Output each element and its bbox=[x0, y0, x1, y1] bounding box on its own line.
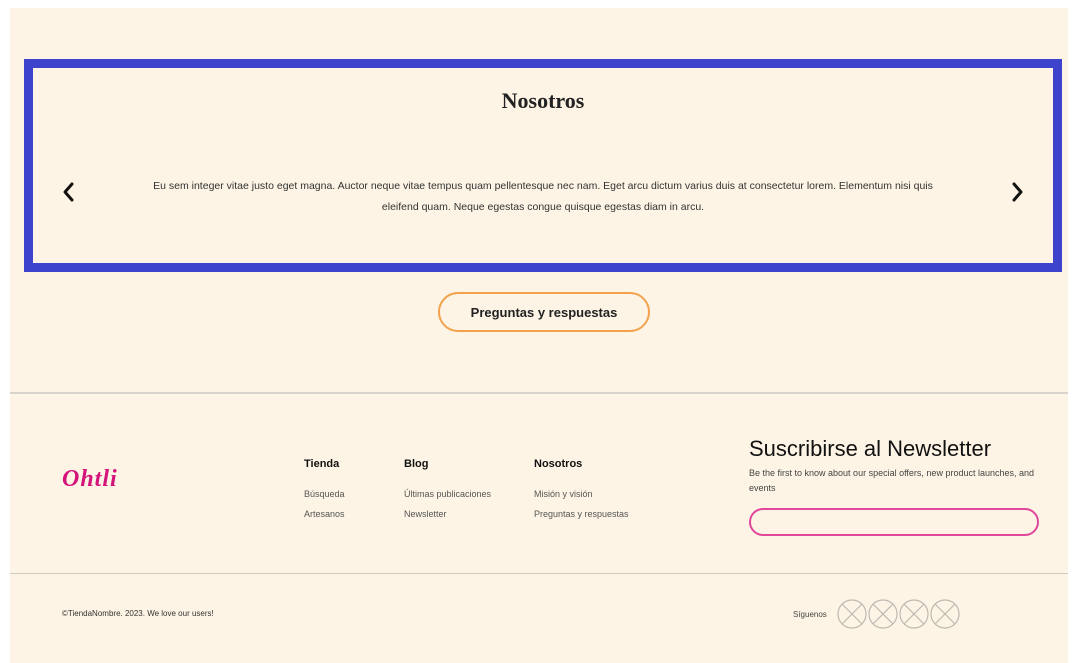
footer-link-mision-vision[interactable]: Misión y visión bbox=[534, 484, 629, 504]
carousel-title: Nosotros bbox=[501, 88, 585, 113]
social-icon-placeholder[interactable] bbox=[867, 598, 899, 630]
copyright-text: ©TiendaNombre. 2023. We love our users! bbox=[62, 609, 214, 618]
social-links: Síguenos bbox=[793, 598, 960, 630]
logo[interactable]: Ohtli bbox=[62, 466, 118, 493]
footer-column-heading: Tienda bbox=[304, 458, 340, 470]
newsletter-description: Be the first to know about our special o… bbox=[749, 468, 1035, 493]
footer-column-blog: Blog Últimas publicaciones Newsletter bbox=[404, 458, 491, 524]
faq-button[interactable]: Preguntas y respuestas bbox=[438, 292, 650, 332]
footer-divider bbox=[10, 392, 1068, 394]
carousel-prev-button[interactable] bbox=[55, 176, 81, 208]
footer-link-ultimas-publicaciones[interactable]: Últimas publicaciones bbox=[404, 484, 491, 504]
social-icon-placeholder[interactable] bbox=[929, 598, 961, 630]
footer-column-nosotros: Nosotros Misión y visión Preguntas y res… bbox=[534, 458, 629, 524]
about-carousel: Nosotros Eu sem integer vitae justo eget… bbox=[24, 59, 1062, 272]
footer-bottom-divider bbox=[10, 573, 1068, 574]
footer-column-heading: Nosotros bbox=[534, 458, 583, 470]
newsletter-section: Suscribirse al Newsletter Be the first t… bbox=[749, 436, 1059, 536]
social-icon-placeholder[interactable] bbox=[898, 598, 930, 630]
newsletter-title: Suscribirse al Newsletter bbox=[749, 436, 992, 461]
chevron-right-icon bbox=[1012, 182, 1023, 202]
footer-link-preguntas-respuestas[interactable]: Preguntas y respuestas bbox=[534, 504, 629, 524]
newsletter-email-input[interactable] bbox=[749, 508, 1039, 536]
footer-column-tienda: Tienda Búsqueda Artesanos bbox=[304, 458, 345, 524]
carousel-text: Eu sem integer vitae justo eget magna. A… bbox=[153, 180, 933, 213]
footer-link-artesanos[interactable]: Artesanos bbox=[304, 504, 345, 524]
carousel-next-button[interactable] bbox=[1005, 176, 1031, 208]
footer-link-newsletter[interactable]: Newsletter bbox=[404, 504, 491, 524]
footer-link-busqueda[interactable]: Búsqueda bbox=[304, 484, 345, 504]
footer-column-heading: Blog bbox=[404, 458, 429, 470]
social-label: Síguenos bbox=[793, 609, 827, 619]
chevron-left-icon bbox=[63, 182, 74, 202]
social-icon-placeholder[interactable] bbox=[836, 598, 868, 630]
